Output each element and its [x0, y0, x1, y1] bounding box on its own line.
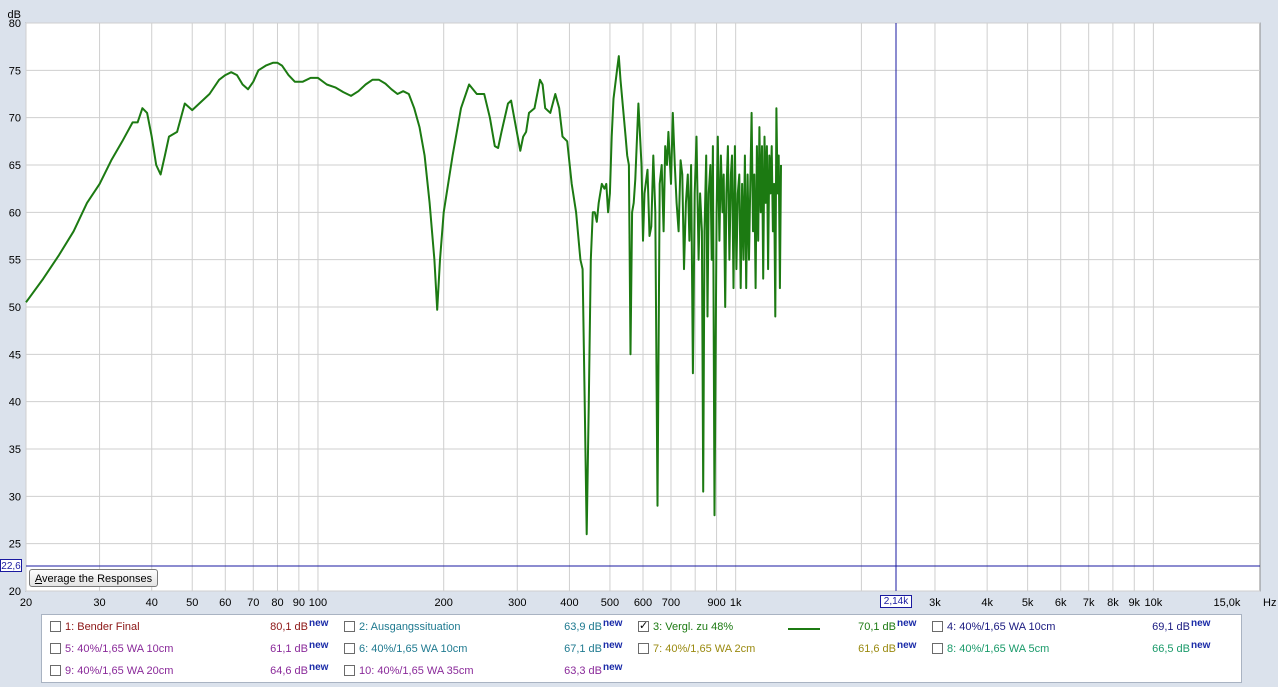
legend-new-badge: new	[897, 618, 917, 629]
legend-new-badge: new	[1191, 640, 1211, 651]
legend-new-badge: new	[309, 662, 329, 673]
legend-item[interactable]: 7: 40%/1,65 WA 2cm 61,6 dB new	[638, 640, 928, 660]
x-tick-label: 15,0k	[1213, 597, 1240, 609]
average-button-accelerator: A	[34, 573, 43, 585]
legend-item[interactable]: 5: 40%/1,65 WA 10cm 61,1 dB new	[50, 640, 340, 660]
legend-value: 80,1 dB	[270, 621, 308, 633]
y-tick-label: 30	[9, 491, 21, 503]
legend-new-badge: new	[603, 640, 623, 651]
legend-value: 69,1 dB	[1152, 621, 1190, 633]
x-tick-label: 7k	[1083, 597, 1095, 609]
y-axis-label: dB	[8, 9, 21, 21]
legend-value: 66,5 dB	[1152, 643, 1190, 655]
x-tick-label: 8k	[1107, 597, 1119, 609]
legend-value: 70,1 dB	[858, 621, 896, 633]
legend-value: 61,1 dB	[270, 643, 308, 655]
legend-name: 1: Bender Final	[65, 621, 140, 633]
legend-value: 63,3 dB	[564, 665, 602, 677]
y-tick-label: 25	[9, 539, 21, 551]
x-tick-label: 300	[508, 597, 526, 609]
legend-item[interactable]: 10: 40%/1,65 WA 35cm 63,3 dB new	[344, 662, 634, 682]
frequency-response-chart[interactable]: 2025303540455055606570758020 30 40 50 60 70 80…	[0, 0, 1278, 612]
legend-item[interactable]: 6: 40%/1,65 WA 10cm 67,1 dB new	[344, 640, 634, 660]
x-tick-label: 400	[560, 597, 578, 609]
x-tick-label: 60	[219, 597, 231, 609]
legend-checkbox[interactable]	[932, 621, 943, 632]
legend-checkbox[interactable]	[344, 621, 355, 632]
legend-checkbox[interactable]: ✓	[638, 621, 649, 632]
legend-name: 5: 40%/1,65 WA 10cm	[65, 643, 174, 655]
legend-name: 3: Vergl. zu 48%	[653, 621, 734, 633]
y-tick-label: 55	[9, 255, 21, 267]
x-tick-label: 200	[435, 597, 453, 609]
legend-item[interactable]: 4: 40%/1,65 WA 10cm 69,1 dB new	[932, 618, 1222, 638]
legend-checkbox[interactable]	[50, 643, 61, 654]
x-tick-label: 900	[707, 597, 725, 609]
x-tick-label: 6k	[1055, 597, 1067, 609]
legend-new-badge: new	[1191, 618, 1211, 629]
legend-new-badge: new	[897, 640, 917, 651]
x-tick-label: 700	[662, 597, 680, 609]
x-tick-label: 30	[93, 597, 105, 609]
x-tick-label: 3k	[929, 597, 941, 609]
average-responses-button[interactable]: Average the Responses	[29, 569, 158, 587]
legend-value: 64,6 dB	[270, 665, 308, 677]
x-cursor-readout: 2,14k	[880, 595, 912, 608]
legend-item[interactable]: 8: 40%/1,65 WA 5cm 66,5 dB new	[932, 640, 1222, 660]
y-tick-label: 65	[9, 160, 21, 172]
legend-new-badge: new	[603, 662, 623, 673]
x-tick-label: 4k	[981, 597, 993, 609]
legend-name: 10: 40%/1,65 WA 35cm	[359, 665, 474, 677]
legend-name: 6: 40%/1,65 WA 10cm	[359, 643, 468, 655]
x-tick-label: 600	[634, 597, 652, 609]
y-tick-label: 35	[9, 444, 21, 456]
x-tick-label: 80	[271, 597, 283, 609]
legend-new-badge: new	[603, 618, 623, 629]
legend-new-badge: new	[309, 618, 329, 629]
legend-checkbox[interactable]	[932, 643, 943, 654]
x-axis-unit: Hz	[1263, 597, 1276, 609]
x-tick-label: 500	[601, 597, 619, 609]
legend-checkbox[interactable]	[638, 643, 649, 654]
y-tick-label: 45	[9, 349, 21, 361]
x-tick-label: 40	[146, 597, 158, 609]
x-tick-label: 5k	[1022, 597, 1034, 609]
legend-name: 7: 40%/1,65 WA 2cm	[653, 643, 756, 655]
x-tick-label: 1k	[730, 597, 742, 609]
legend-value: 67,1 dB	[564, 643, 602, 655]
y-cursor-readout: 22,6	[0, 559, 22, 572]
x-tick-label: 100	[309, 597, 327, 609]
y-tick-label: 75	[9, 65, 21, 77]
legend-line-swatch	[788, 628, 820, 630]
legend-item[interactable]: 1: Bender Final 80,1 dB new	[50, 618, 340, 638]
legend-item[interactable]: 9: 40%/1,65 WA 20cm 64,6 dB new	[50, 662, 340, 682]
x-tick-label: 20	[20, 597, 32, 609]
y-tick-label: 50	[9, 302, 21, 314]
legend-name: 9: 40%/1,65 WA 20cm	[65, 665, 174, 677]
legend-new-badge: new	[309, 640, 329, 651]
legend-name: 2: Ausgangssituation	[359, 621, 461, 633]
legend-name: 4: 40%/1,65 WA 10cm	[947, 621, 1056, 633]
x-tick-label: 70	[247, 597, 259, 609]
legend-item[interactable]: 2: Ausgangssituation 63,9 dB new	[344, 618, 634, 638]
y-tick-label: 60	[9, 207, 21, 219]
x-tick-label: 50	[186, 597, 198, 609]
y-tick-label: 40	[9, 397, 21, 409]
y-tick-label: 70	[9, 113, 21, 125]
legend-name: 8: 40%/1,65 WA 5cm	[947, 643, 1050, 655]
measurement-legend: 1: Bender Final 80,1 dB new 2: Ausgangssitu…	[41, 614, 1242, 683]
legend-checkbox[interactable]	[50, 665, 61, 676]
legend-checkbox[interactable]	[50, 621, 61, 632]
x-tick-label: 10k	[1144, 597, 1162, 609]
legend-value: 61,6 dB	[858, 643, 896, 655]
x-tick-label: 90	[293, 597, 305, 609]
legend-checkbox[interactable]	[344, 643, 355, 654]
legend-checkbox[interactable]	[344, 665, 355, 676]
legend-value: 63,9 dB	[564, 621, 602, 633]
x-tick-label: 9k	[1128, 597, 1140, 609]
legend-item[interactable]: ✓ 3: Vergl. zu 48% 70,1 dB new	[638, 618, 928, 638]
average-button-label: verage the Responses	[42, 573, 153, 585]
